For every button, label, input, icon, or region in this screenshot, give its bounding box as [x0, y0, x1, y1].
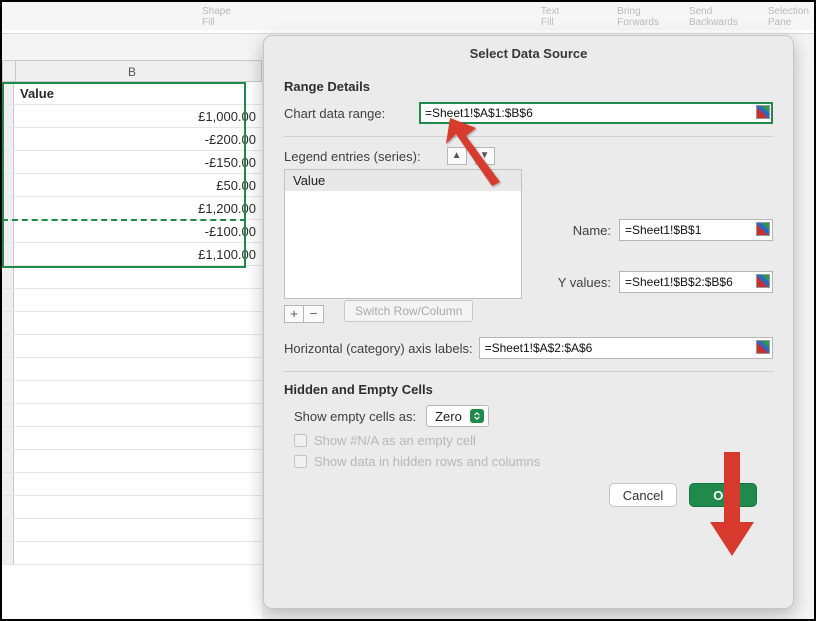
- ribbon-bring-forwards: BringForwards: [617, 6, 659, 28]
- cell-b5[interactable]: £50.00: [14, 174, 262, 196]
- show-empty-cells-select[interactable]: Zero: [426, 405, 489, 427]
- range-picker-icon[interactable]: [756, 274, 770, 288]
- move-series-down-button[interactable]: ▼: [475, 147, 495, 165]
- header-cell-value[interactable]: Value: [14, 82, 262, 104]
- legend-series-listbox[interactable]: Value: [284, 169, 522, 299]
- select-data-source-dialog: Select Data Source Range Details Chart d…: [263, 35, 794, 609]
- ribbon-toolbar: ShapeFill Text Fill BringForwards SendBa…: [2, 2, 814, 30]
- horizontal-axis-labels-label: Horizontal (category) axis labels:: [284, 341, 473, 356]
- ribbon-send-backwards: SendBackwards: [689, 6, 738, 28]
- ribbon-selection-pane: SelectionPane: [768, 6, 809, 28]
- y-values-input[interactable]: [619, 271, 773, 293]
- spreadsheet-grid: B Value £1,000.00 -£200.00 -£150.00 £50.…: [2, 60, 262, 619]
- horizontal-axis-labels-input[interactable]: [479, 337, 773, 359]
- range-details-heading: Range Details: [284, 79, 773, 94]
- cell-b4[interactable]: -£150.00: [14, 151, 262, 173]
- add-series-button[interactable]: +: [284, 305, 304, 323]
- hidden-empty-cells-heading: Hidden and Empty Cells: [284, 382, 773, 397]
- switch-row-column-button[interactable]: Switch Row/Column: [344, 300, 473, 322]
- cell-b7[interactable]: -£100.00: [14, 220, 262, 242]
- show-empty-cells-value: Zero: [435, 409, 462, 424]
- series-name-input[interactable]: [619, 219, 773, 241]
- ribbon-text-fill: Text Fill: [541, 6, 559, 28]
- cell-b2[interactable]: £1,000.00: [14, 105, 262, 127]
- chart-data-range-input[interactable]: [419, 102, 773, 124]
- series-name-label: Name:: [546, 223, 611, 238]
- dialog-title: Select Data Source: [264, 36, 793, 69]
- cell-b3[interactable]: -£200.00: [14, 128, 262, 150]
- remove-series-button[interactable]: −: [304, 305, 324, 323]
- ribbon-shape-fill: ShapeFill: [202, 6, 231, 28]
- show-na-checkbox: [294, 434, 307, 447]
- legend-entries-label: Legend entries (series):: [284, 149, 421, 164]
- ok-button[interactable]: OK: [689, 483, 757, 507]
- column-header-b[interactable]: B: [2, 60, 262, 82]
- show-empty-cells-label: Show empty cells as:: [294, 409, 416, 424]
- show-hidden-data-label: Show data in hidden rows and columns: [314, 454, 540, 469]
- show-hidden-data-checkbox: [294, 455, 307, 468]
- chevron-up-down-icon: [470, 409, 484, 423]
- chart-data-range-label: Chart data range:: [284, 106, 409, 121]
- cell-b6[interactable]: £1,200.00: [14, 197, 262, 219]
- move-series-up-button[interactable]: ▲: [447, 147, 467, 165]
- show-na-label: Show #N/A as an empty cell: [314, 433, 476, 448]
- range-picker-icon[interactable]: [756, 222, 770, 236]
- range-picker-icon[interactable]: [756, 105, 770, 119]
- legend-series-item[interactable]: Value: [285, 170, 521, 191]
- y-values-label: Y values:: [546, 275, 611, 290]
- cancel-button[interactable]: Cancel: [609, 483, 677, 507]
- cell-b8[interactable]: £1,100.00: [14, 243, 262, 265]
- range-picker-icon[interactable]: [756, 340, 770, 354]
